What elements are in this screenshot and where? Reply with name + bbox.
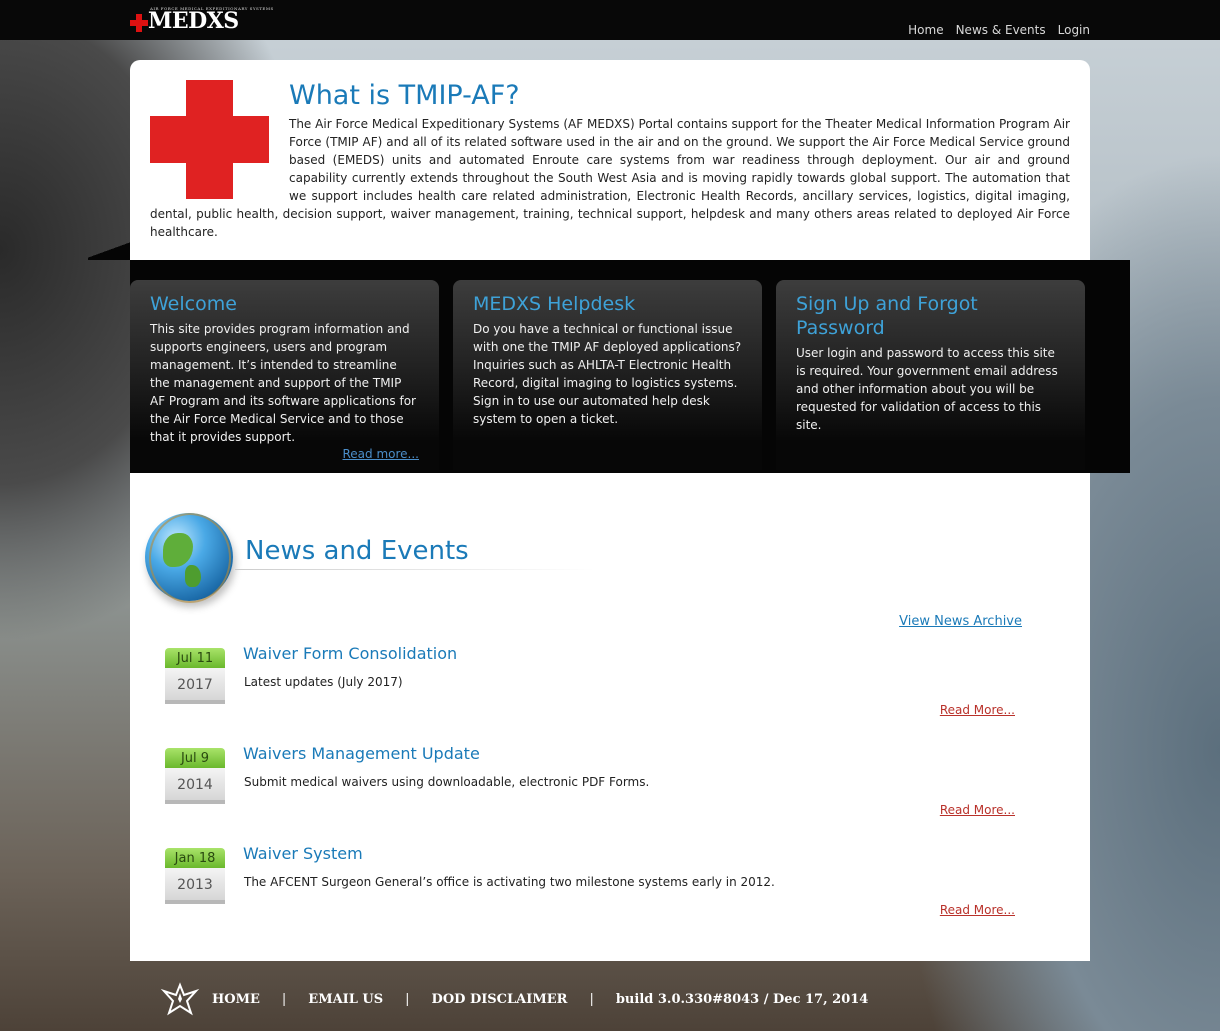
news-date-month-day: Jul 11: [165, 648, 225, 668]
band-edge: [88, 240, 130, 260]
helpdesk-title: MEDXS Helpdesk: [473, 293, 636, 315]
news-section: News and Events View News Archive Jul 11…: [130, 473, 1090, 961]
news-item-title[interactable]: Waiver Form Consolidation: [243, 644, 457, 663]
news-read-more-link[interactable]: Read More...: [940, 903, 1015, 917]
date-calendar-icon: Jul 11 2017: [165, 648, 225, 706]
nav-news-events[interactable]: News & Events: [956, 23, 1046, 37]
signup-card: Sign Up and Forgot Password User login a…: [776, 280, 1085, 470]
footer-email-link[interactable]: EMAIL US: [308, 992, 383, 1007]
news-item: Jul 9 2014 Waivers Management Update Sub…: [130, 744, 1090, 846]
news-item-title[interactable]: Waivers Management Update: [243, 744, 480, 763]
medxs-logo[interactable]: AIR FORCE MEDICAL EXPEDITIONARY SYSTEMS …: [130, 6, 273, 34]
news-item: Jul 11 2017 Waiver Form Consolidation La…: [130, 644, 1090, 746]
intro-title: What is TMIP-AF?: [289, 80, 520, 111]
footer-separator: |: [589, 991, 594, 1007]
news-item-title[interactable]: Waiver System: [243, 844, 363, 863]
news-item: Jan 18 2013 Waiver System The AFCENT Sur…: [130, 844, 1090, 946]
news-item-summary: Submit medical waivers using downloadabl…: [244, 775, 650, 789]
helpdesk-card: MEDXS Helpdesk Do you have a technical o…: [453, 280, 762, 470]
welcome-title: Welcome: [150, 293, 237, 315]
welcome-body: This site provides program information a…: [150, 322, 416, 444]
news-read-more-link[interactable]: Read More...: [940, 803, 1015, 817]
globe-icon: [145, 513, 233, 603]
nav-login[interactable]: Login: [1058, 23, 1090, 37]
intro-body: The Air Force Medical Expeditionary Syst…: [150, 117, 1070, 239]
news-item-summary: Latest updates (July 2017): [244, 675, 403, 689]
news-read-more-link[interactable]: Read More...: [940, 703, 1015, 717]
helpdesk-body: Do you have a technical or functional is…: [473, 322, 742, 426]
air-force-emblem-icon: [160, 981, 200, 1017]
news-item-summary: The AFCENT Surgeon General’s office is a…: [244, 875, 775, 889]
news-date-year: 2013: [165, 868, 225, 904]
date-calendar-icon: Jul 9 2014: [165, 748, 225, 806]
signup-body: User login and password to access this s…: [796, 346, 1058, 432]
footer: HOME | EMAIL US | DOD DISCLAIMER | build…: [160, 981, 868, 1017]
top-nav: Home News & Events Login: [908, 23, 1090, 37]
welcome-card: Welcome This site provides program infor…: [130, 280, 439, 470]
date-calendar-icon: Jan 18 2013: [165, 848, 225, 906]
news-date-year: 2017: [165, 668, 225, 704]
intro-panel: What is TMIP-AF? The Air Force Medical E…: [130, 60, 1090, 260]
news-date-month-day: Jul 9: [165, 748, 225, 768]
red-cross-icon: [130, 14, 148, 32]
build-info: build 3.0.330#8043 / Dec 17, 2014: [615, 991, 869, 1007]
footer-separator: |: [281, 991, 287, 1007]
logo-text: MEDXS: [148, 8, 239, 34]
news-date-year: 2014: [165, 768, 225, 804]
view-news-archive-link[interactable]: View News Archive: [899, 614, 1022, 629]
nav-home[interactable]: Home: [908, 23, 943, 37]
news-date-month-day: Jan 18: [165, 848, 225, 868]
footer-separator: |: [405, 991, 410, 1007]
signup-title: Sign Up and Forgot Password: [796, 293, 978, 339]
title-rule: [235, 569, 595, 570]
top-bar: AIR FORCE MEDICAL EXPEDITIONARY SYSTEMS …: [0, 0, 1220, 40]
welcome-read-more-link[interactable]: Read more...: [343, 447, 420, 461]
footer-disclaimer-link[interactable]: DOD DISCLAIMER: [432, 992, 568, 1007]
footer-home-link[interactable]: HOME: [212, 992, 260, 1007]
news-title: News and Events: [245, 536, 469, 566]
red-cross-icon: [150, 80, 269, 199]
